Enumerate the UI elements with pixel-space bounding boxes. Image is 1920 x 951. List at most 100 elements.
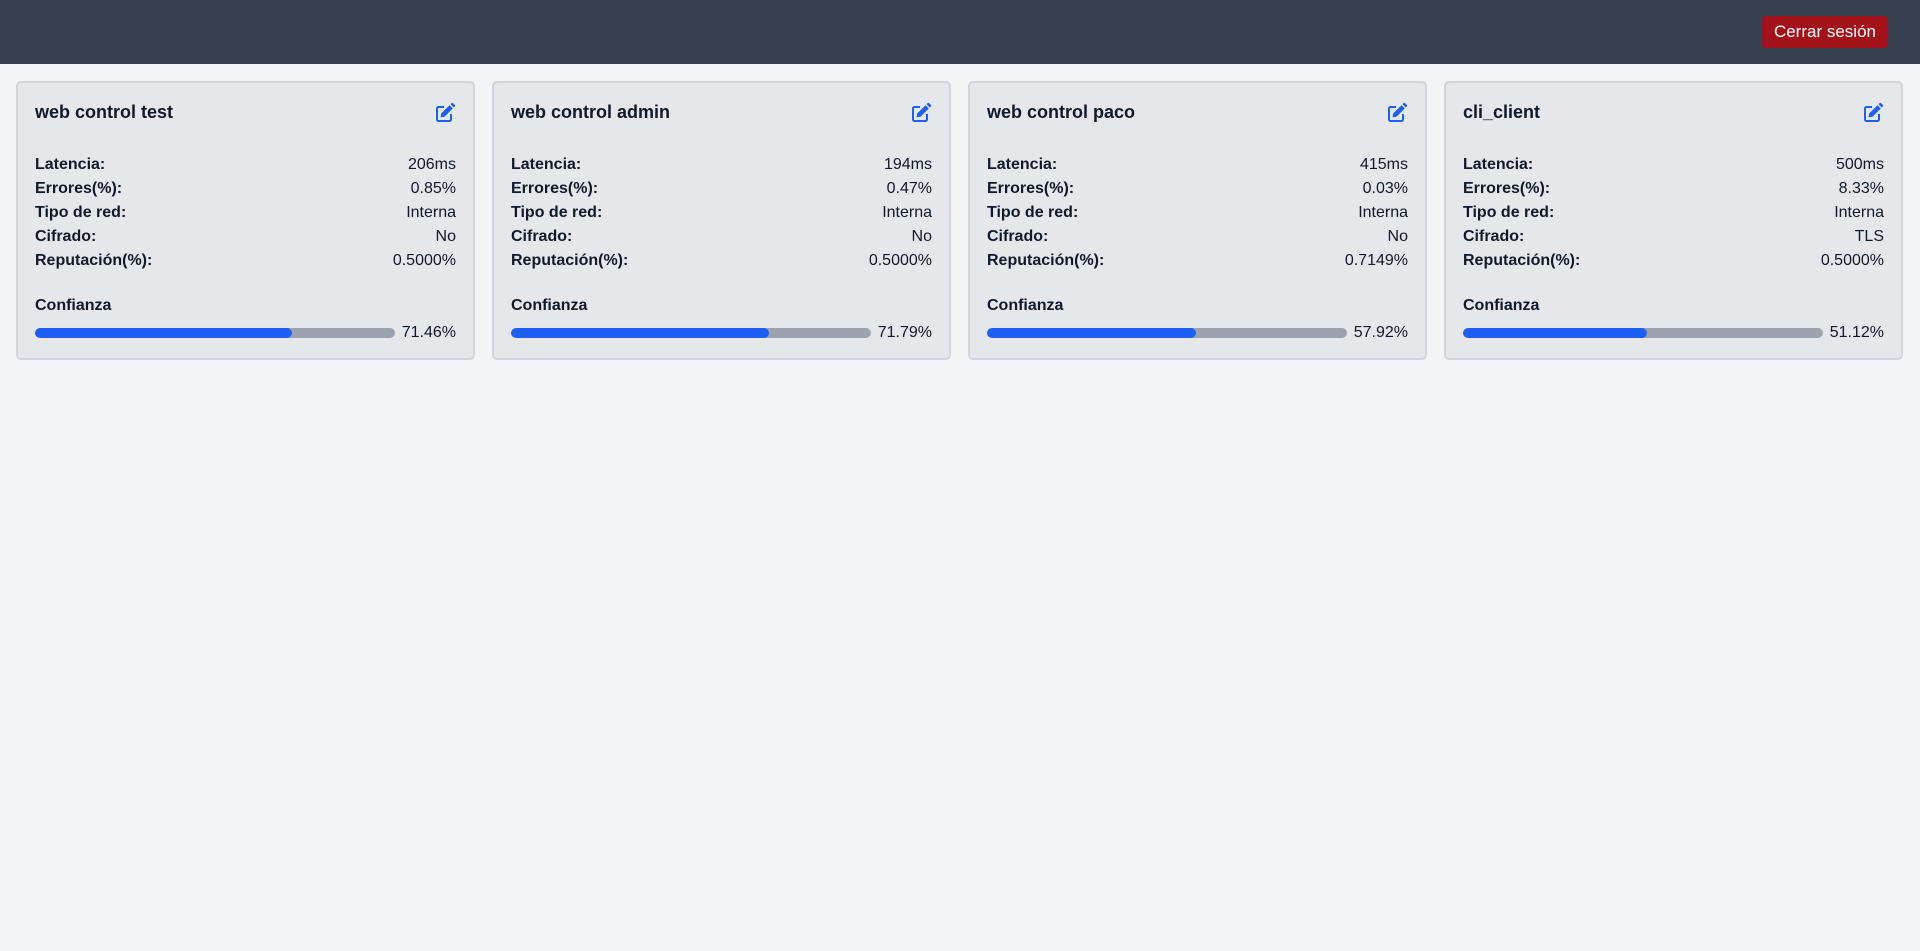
- metric-errors: Errores(%): 0.85%: [35, 177, 456, 201]
- trust-row: 57.92%: [987, 321, 1408, 345]
- client-card: web control admin Latencia: 194ms Errore…: [492, 81, 951, 360]
- metric-label: Errores(%):: [511, 180, 599, 197]
- metric-label: Tipo de red:: [511, 204, 603, 221]
- edit-icon: [436, 102, 456, 122]
- metric-label: Errores(%):: [987, 180, 1075, 197]
- trust-heading: Confianza: [35, 297, 112, 314]
- metric-label: Latencia:: [987, 156, 1058, 173]
- metric-network: Tipo de red: Interna: [511, 201, 932, 225]
- metric-label: Cifrado:: [987, 228, 1049, 245]
- trust-progress-fill: [35, 328, 293, 338]
- trust-row: 71.46%: [35, 321, 456, 345]
- metric-reputation: Reputación(%): 0.5000%: [1463, 249, 1884, 273]
- metric-value: Interna: [406, 204, 456, 221]
- metric-reputation: Reputación(%): 0.5000%: [35, 249, 456, 273]
- metric-label: Reputación(%):: [987, 252, 1105, 269]
- metric-value: Interna: [882, 204, 932, 221]
- trust-heading: Confianza: [511, 297, 588, 314]
- metric-value: 415ms: [1359, 156, 1408, 173]
- trust-row: 71.79%: [511, 321, 932, 345]
- metric-encryption: Cifrado: No: [35, 225, 456, 249]
- metric-label: Errores(%):: [1463, 180, 1551, 197]
- metric-value: 500ms: [1835, 156, 1884, 173]
- metric-label: Reputación(%):: [511, 252, 629, 269]
- metric-value: 0.5000%: [868, 252, 932, 269]
- client-card: web control test Latencia: 206ms Errores…: [16, 81, 475, 360]
- edit-icon: [912, 102, 932, 122]
- metric-encryption: Cifrado: No: [987, 225, 1408, 249]
- metric-label: Reputación(%):: [1463, 252, 1581, 269]
- metric-reputation: Reputación(%): 0.5000%: [511, 249, 932, 273]
- metrics-list: Latencia: 500ms Errores(%): 8.33% Tipo d…: [1463, 153, 1884, 273]
- metric-label: Cifrado:: [35, 228, 97, 245]
- top-navbar: Cerrar sesión: [0, 0, 1920, 64]
- metric-value: No: [435, 228, 456, 245]
- metric-label: Latencia:: [511, 156, 582, 173]
- metric-latency: Latencia: 415ms: [987, 153, 1408, 177]
- metric-value: No: [911, 228, 932, 245]
- metrics-list: Latencia: 194ms Errores(%): 0.47% Tipo d…: [511, 153, 932, 273]
- metric-value: Interna: [1358, 204, 1408, 221]
- trust-progress-bar: [1463, 328, 1823, 338]
- client-card: cli_client Latencia: 500ms Errores(%): 8…: [1444, 81, 1903, 360]
- metric-errors: Errores(%): 0.47%: [511, 177, 932, 201]
- metric-value: 0.03%: [1362, 180, 1408, 197]
- metric-value: 0.5000%: [392, 252, 456, 269]
- metric-value: 8.33%: [1838, 180, 1884, 197]
- edit-button[interactable]: [908, 102, 932, 126]
- card-title: web control test: [35, 102, 174, 122]
- metric-label: Cifrado:: [1463, 228, 1525, 245]
- trust-value: 71.79%: [877, 324, 932, 341]
- trust-heading: Confianza: [987, 297, 1064, 314]
- metric-label: Latencia:: [35, 156, 106, 173]
- metric-encryption: Cifrado: No: [511, 225, 932, 249]
- trust-progress-fill: [987, 328, 1196, 338]
- card-title: web control admin: [511, 102, 671, 122]
- metric-latency: Latencia: 206ms: [35, 153, 456, 177]
- metric-label: Errores(%):: [35, 180, 123, 197]
- trust-value: 51.12%: [1829, 324, 1884, 341]
- metrics-list: Latencia: 206ms Errores(%): 0.85% Tipo d…: [35, 153, 456, 273]
- metric-value: 0.5000%: [1820, 252, 1884, 269]
- trust-progress-bar: [511, 328, 871, 338]
- trust-progress-fill: [1463, 328, 1648, 338]
- metric-value: Interna: [1834, 204, 1884, 221]
- metric-latency: Latencia: 194ms: [511, 153, 932, 177]
- metric-errors: Errores(%): 0.03%: [987, 177, 1408, 201]
- client-cards: web control test Latencia: 206ms Errores…: [16, 81, 1904, 360]
- metric-errors: Errores(%): 8.33%: [1463, 177, 1884, 201]
- edit-button[interactable]: [432, 102, 456, 126]
- metric-label: Tipo de red:: [35, 204, 127, 221]
- metric-value: 0.85%: [410, 180, 456, 197]
- edit-button[interactable]: [1860, 102, 1884, 126]
- metric-value: 0.7149%: [1344, 252, 1408, 269]
- card-title: web control paco: [987, 102, 1136, 122]
- metric-reputation: Reputación(%): 0.7149%: [987, 249, 1408, 273]
- metric-value: No: [1387, 228, 1408, 245]
- edit-button[interactable]: [1384, 102, 1408, 126]
- client-card: web control paco Latencia: 415ms Errores…: [968, 81, 1427, 360]
- metrics-list: Latencia: 415ms Errores(%): 0.03% Tipo d…: [987, 153, 1408, 273]
- metric-network: Tipo de red: Interna: [35, 201, 456, 225]
- metric-value: 206ms: [407, 156, 456, 173]
- trust-value: 71.46%: [401, 324, 456, 341]
- metric-latency: Latencia: 500ms: [1463, 153, 1884, 177]
- metric-encryption: Cifrado: TLS: [1463, 225, 1884, 249]
- trust-progress-fill: [511, 328, 770, 338]
- metric-label: Cifrado:: [511, 228, 573, 245]
- card-title: cli_client: [1463, 102, 1541, 122]
- edit-icon: [1388, 102, 1408, 122]
- trust-value: 57.92%: [1353, 324, 1408, 341]
- metric-label: Tipo de red:: [987, 204, 1079, 221]
- metric-value: 194ms: [883, 156, 932, 173]
- edit-icon: [1864, 102, 1884, 122]
- metric-label: Latencia:: [1463, 156, 1534, 173]
- trust-progress-bar: [35, 328, 395, 338]
- metric-value: 0.47%: [886, 180, 932, 197]
- trust-row: 51.12%: [1463, 321, 1884, 345]
- logout-button[interactable]: Cerrar sesión: [1761, 16, 1888, 48]
- metric-network: Tipo de red: Interna: [1463, 201, 1884, 225]
- metric-label: Tipo de red:: [1463, 204, 1555, 221]
- metric-network: Tipo de red: Interna: [987, 201, 1408, 225]
- trust-progress-bar: [987, 328, 1347, 338]
